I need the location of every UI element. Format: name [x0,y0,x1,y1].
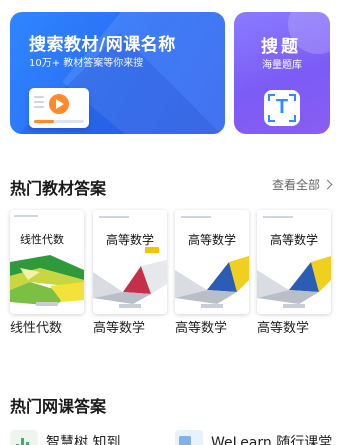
textbook-card[interactable]: 高等数学 [257,210,331,314]
book-cover-title: 线性代数 [20,233,64,246]
book-cover-title: 高等数学 [187,233,236,247]
question-search-banner[interactable]: 搜题 海量题库 T [234,12,330,134]
course-item[interactable]: WeLearn 随行课堂 [175,430,332,445]
book-title: 高等数学 [93,321,146,336]
video-play-icon [29,88,89,128]
course-item[interactable]: 智慧树 知到 [10,430,120,445]
hot-courses-title: 热门网课答案 [10,397,107,416]
book-cover-title: 高等数学 [105,233,154,247]
hot-textbooks-title: 热门教材答案 [10,179,107,198]
book-cover-art [257,210,331,314]
view-all-link[interactable]: 查看全部 [271,176,333,193]
course-name: 智慧树 知到 [46,435,121,445]
course-name: WeLearn 随行课堂 [211,435,333,445]
scan-t-icon: T [264,90,300,126]
welearn-logo-icon [175,430,203,445]
textbook-card[interactable]: 高等数学 [175,210,249,314]
textbook-card[interactable]: 线性代数 [10,210,84,314]
search-banner-title: 搜索教材/网课名称 [29,35,176,55]
book-cover-art [175,210,249,314]
book-cover-art [93,210,167,314]
question-banner-subtitle: 海量题库 [262,60,302,71]
book-cover-title: 高等数学 [269,233,318,247]
app-screen: 搜索教材/网课名称 10万+ 教材答案等你来搜 搜题 海量题库 T 热门教材答案… [0,0,344,445]
chevron-right-icon [322,179,333,190]
view-all-label: 查看全部 [271,178,320,192]
edition-badge [145,247,159,253]
book-title: 高等数学 [175,321,228,336]
zhihuishu-logo-icon [10,430,38,445]
book-title: 高等数学 [257,321,310,336]
search-banner[interactable]: 搜索教材/网课名称 10万+ 教材答案等你来搜 [10,12,225,134]
search-banner-subtitle: 10万+ 教材答案等你来搜 [29,58,144,69]
book-title: 线性代数 [10,321,63,336]
question-banner-title: 搜题 [261,37,301,57]
textbook-card[interactable]: 高等数学 [93,210,167,314]
book-cover-art [10,210,84,314]
